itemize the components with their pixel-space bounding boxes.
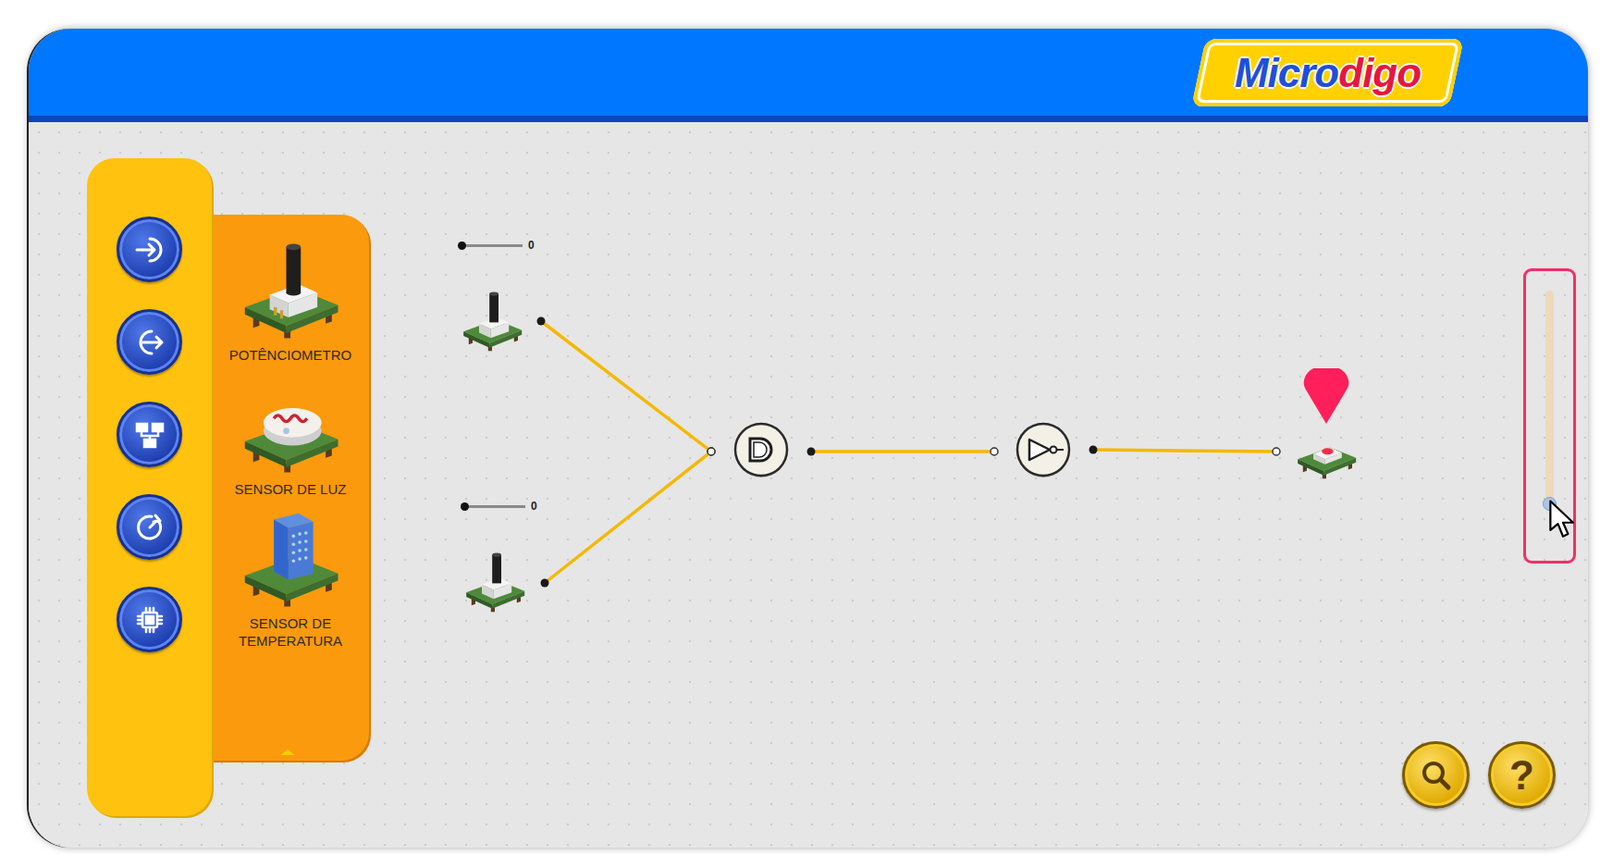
output-port[interactable]: [541, 578, 550, 588]
output-port[interactable]: [1089, 445, 1098, 455]
category-button[interactable]: [116, 401, 183, 468]
category-button[interactable]: [116, 308, 183, 375]
category-button[interactable]: [116, 493, 183, 560]
output-icon: [131, 323, 169, 361]
logo-part: Micro: [1234, 49, 1339, 96]
and-gate-node[interactable]: [732, 420, 790, 479]
led-on-marker-icon: [1300, 368, 1353, 426]
help-label: ?: [1509, 754, 1535, 796]
logic-icon: [131, 416, 169, 454]
circuit-canvas[interactable]: POTÊNCIOMETRO SENSOR DE LUZ SENSOR DE TEMP…: [28, 122, 1588, 848]
app-window: Microdigo POTÊNCIOMETRO SENSOR DE LUZ SENSO…: [28, 28, 1588, 848]
timer-icon: [131, 508, 169, 546]
led-node[interactable]: [1293, 416, 1359, 481]
scroll-down-icon[interactable]: [278, 747, 297, 757]
potentiometer-icon: [462, 549, 528, 615]
input-port[interactable]: [990, 447, 998, 456]
input-port[interactable]: [707, 447, 715, 456]
page: Microdigo POTÊNCIOMETRO SENSOR DE LUZ SENSO…: [0, 0, 1600, 855]
input-icon: [131, 231, 169, 269]
category-sidebar: [86, 158, 212, 816]
chip-icon: [131, 601, 169, 639]
magnifier-icon: [1417, 756, 1455, 794]
help-button[interactable]: ?: [1488, 740, 1556, 809]
potentiometer-icon: [238, 242, 343, 339]
output-port[interactable]: [807, 447, 816, 456]
pot-reading: 0: [530, 499, 538, 513]
output-port[interactable]: [537, 317, 546, 326]
pot-track[interactable]: [461, 244, 523, 247]
pot-reading: 0: [528, 238, 535, 252]
pot-handle[interactable]: [460, 502, 469, 511]
palette-item[interactable]: SENSOR DE LUZ: [234, 376, 347, 498]
input-port[interactable]: [707, 447, 715, 456]
potentiometer-node[interactable]: 0: [462, 549, 528, 615]
palette-item[interactable]: POTÊNCIOMETRO: [229, 242, 353, 364]
pot-handle[interactable]: [457, 241, 467, 250]
top-bar: Microdigo: [28, 28, 1588, 123]
wire[interactable]: [544, 451, 712, 583]
zoom-track[interactable]: [1545, 290, 1554, 508]
component-palette: POTÊNCIOMETRO SENSOR DE LUZ SENSOR DE TEMP…: [193, 214, 370, 761]
search-button[interactable]: [1402, 740, 1470, 809]
pot-slider[interactable]: 0: [464, 499, 538, 513]
potentiometer-node[interactable]: 0: [459, 288, 525, 354]
mouse-cursor-icon: [1549, 499, 1577, 541]
wire[interactable]: [1093, 449, 1277, 452]
wire[interactable]: [541, 320, 712, 452]
category-button[interactable]: [116, 216, 183, 283]
wire[interactable]: [811, 449, 995, 454]
tool-buttons: ?: [1402, 740, 1556, 809]
category-button[interactable]: [116, 586, 183, 653]
pot-track[interactable]: [464, 504, 526, 508]
palette-label: SENSOR DE LUZ: [234, 480, 347, 498]
not-gate-node[interactable]: [1014, 420, 1072, 479]
not-gate-icon: [1014, 420, 1072, 479]
palette-label: POTÊNCIOMETRO: [229, 345, 353, 364]
zoom-slider[interactable]: [1523, 268, 1576, 564]
palette-label: SENSOR DE TEMPERATURA: [225, 614, 356, 650]
input-port[interactable]: [1272, 447, 1280, 456]
logo[interactable]: Microdigo: [1198, 38, 1457, 107]
potentiometer-icon: [459, 288, 525, 354]
logo-text: Microdigo: [1234, 49, 1421, 97]
and-gate-icon: [732, 420, 790, 479]
pot-slider[interactable]: 0: [461, 238, 535, 252]
temperature-icon: [238, 510, 343, 607]
led-icon: [1293, 416, 1359, 481]
logo-part: digo: [1338, 49, 1421, 96]
light-icon: [238, 376, 343, 473]
palette-item[interactable]: SENSOR DE TEMPERATURA: [225, 510, 356, 650]
